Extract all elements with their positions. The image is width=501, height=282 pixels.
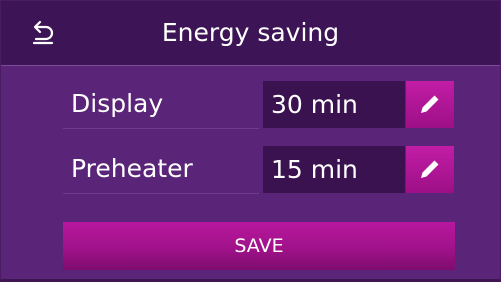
preheater-value: 15 min bbox=[271, 155, 358, 184]
preheater-edit-button[interactable] bbox=[406, 146, 454, 193]
display-label: Display bbox=[71, 89, 164, 118]
save-button[interactable]: SAVE bbox=[63, 222, 455, 270]
preheater-divider bbox=[63, 193, 259, 194]
display-value: 30 min bbox=[271, 90, 358, 119]
page-title: Energy saving bbox=[161, 18, 340, 47]
energy-saving-screen: Energy saving Display 30 min Preheater 1… bbox=[0, 0, 501, 282]
display-edit-button[interactable] bbox=[406, 81, 454, 128]
preheater-label: Preheater bbox=[71, 154, 193, 183]
back-button[interactable] bbox=[25, 15, 65, 51]
header-bar: Energy saving bbox=[1, 1, 500, 66]
pencil-icon bbox=[421, 160, 439, 178]
undo-arrow-icon bbox=[32, 20, 54, 45]
display-value-field[interactable]: 30 min bbox=[263, 81, 405, 128]
pencil-icon bbox=[421, 95, 439, 113]
preheater-value-field[interactable]: 15 min bbox=[263, 146, 405, 193]
display-divider bbox=[63, 128, 259, 129]
